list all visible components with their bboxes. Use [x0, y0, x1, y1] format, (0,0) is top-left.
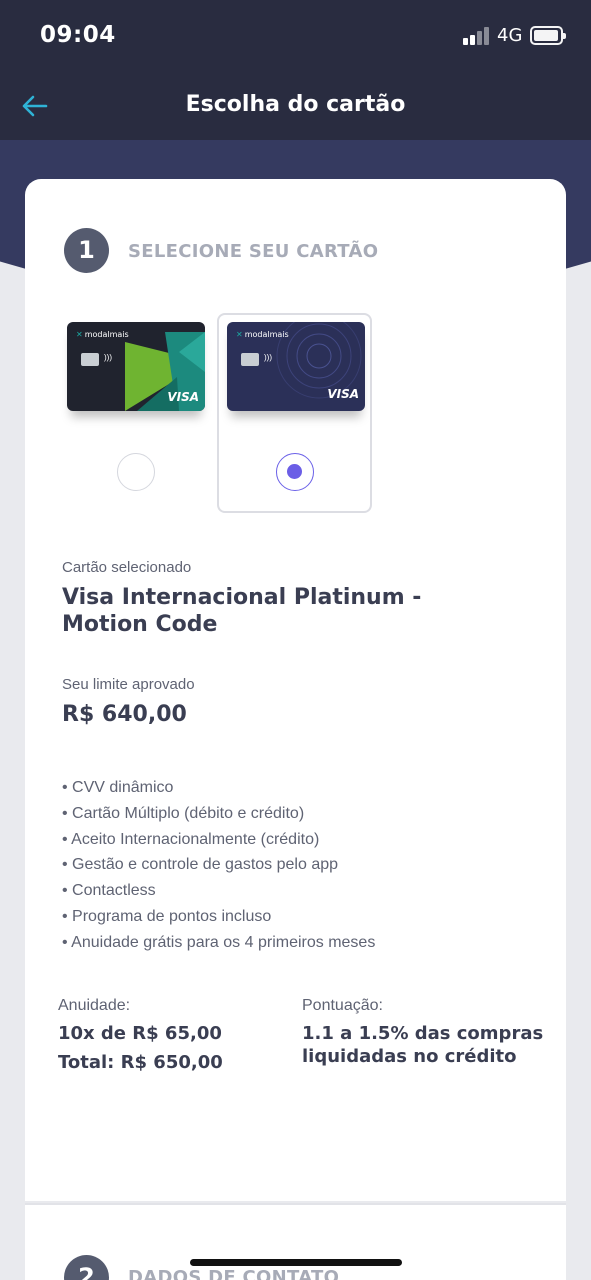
step-title: DADOS DE CONTATO	[128, 1267, 340, 1280]
benefit-item: Anuidade grátis para os 4 primeiros mese…	[62, 932, 375, 958]
status-bar: 09:04 4G	[0, 0, 591, 72]
benefits-list: CVV dinâmico Cartão Múltiplo (débito e c…	[62, 777, 375, 958]
benefit-item: Aceito Internacionalmente (crédito)	[62, 829, 375, 855]
credit-card-green-image: ✕ modalmais ))) VISA	[67, 322, 205, 411]
card-chip-icon	[81, 353, 99, 366]
step-number: 2	[64, 1255, 109, 1280]
points-line1: 1.1 a 1.5% das compras	[302, 1023, 544, 1044]
limit-value: R$ 640,00	[62, 702, 187, 727]
selected-card-name-line2: Motion Code	[62, 612, 218, 637]
annuity-installments: 10x de R$ 65,00	[58, 1023, 222, 1044]
credit-card-platinum-image: ✕ modalmais ))) VISA	[227, 322, 365, 411]
benefit-item: Cartão Múltiplo (débito e crédito)	[62, 803, 375, 829]
annuity-total: Total: R$ 650,00	[58, 1052, 223, 1073]
card-option-green[interactable]: ✕ modalmais ))) VISA	[59, 315, 214, 515]
contactless-icon: )))	[264, 353, 272, 362]
selected-card-name-line1: Visa Internacional Platinum -	[62, 585, 422, 610]
points-line2: liquidadas no crédito	[302, 1046, 517, 1067]
battery-icon	[530, 26, 566, 45]
points-label: Pontuação:	[302, 997, 383, 1014]
home-indicator[interactable]	[190, 1259, 402, 1266]
card-brand-logo: ✕ modalmais	[236, 330, 289, 339]
benefit-item: CVV dinâmico	[62, 777, 375, 803]
selected-card-label: Cartão selecionado	[62, 559, 192, 576]
contactless-icon: )))	[104, 353, 112, 362]
benefit-item: Contactless	[62, 880, 375, 906]
nav-bar: Escolha do cartão	[0, 72, 591, 140]
step-title: SELECIONE SEU CARTÃO	[128, 241, 379, 262]
contact-data-panel[interactable]: 2 DADOS DE CONTATO	[25, 1203, 566, 1280]
card-option-platinum[interactable]: ✕ modalmais ))) VISA	[217, 313, 372, 513]
limit-label: Seu limite aprovado	[62, 676, 195, 693]
benefit-item: Gestão e controle de gastos pelo app	[62, 854, 375, 880]
benefit-item: Programa de pontos incluso	[62, 906, 375, 932]
annuity-label: Anuidade:	[58, 997, 131, 1014]
status-time: 09:04	[40, 22, 116, 48]
radio-card-green[interactable]	[117, 453, 155, 491]
step-number: 1	[64, 228, 109, 273]
visa-logo: VISA	[327, 387, 359, 401]
visa-logo: VISA	[167, 390, 199, 404]
card-brand-logo: ✕ modalmais	[76, 330, 129, 339]
radio-card-platinum[interactable]	[276, 453, 314, 491]
network-type: 4G	[497, 25, 523, 46]
page-title: Escolha do cartão	[185, 92, 406, 117]
card-chip-icon	[241, 353, 259, 366]
signal-icon	[463, 27, 491, 45]
